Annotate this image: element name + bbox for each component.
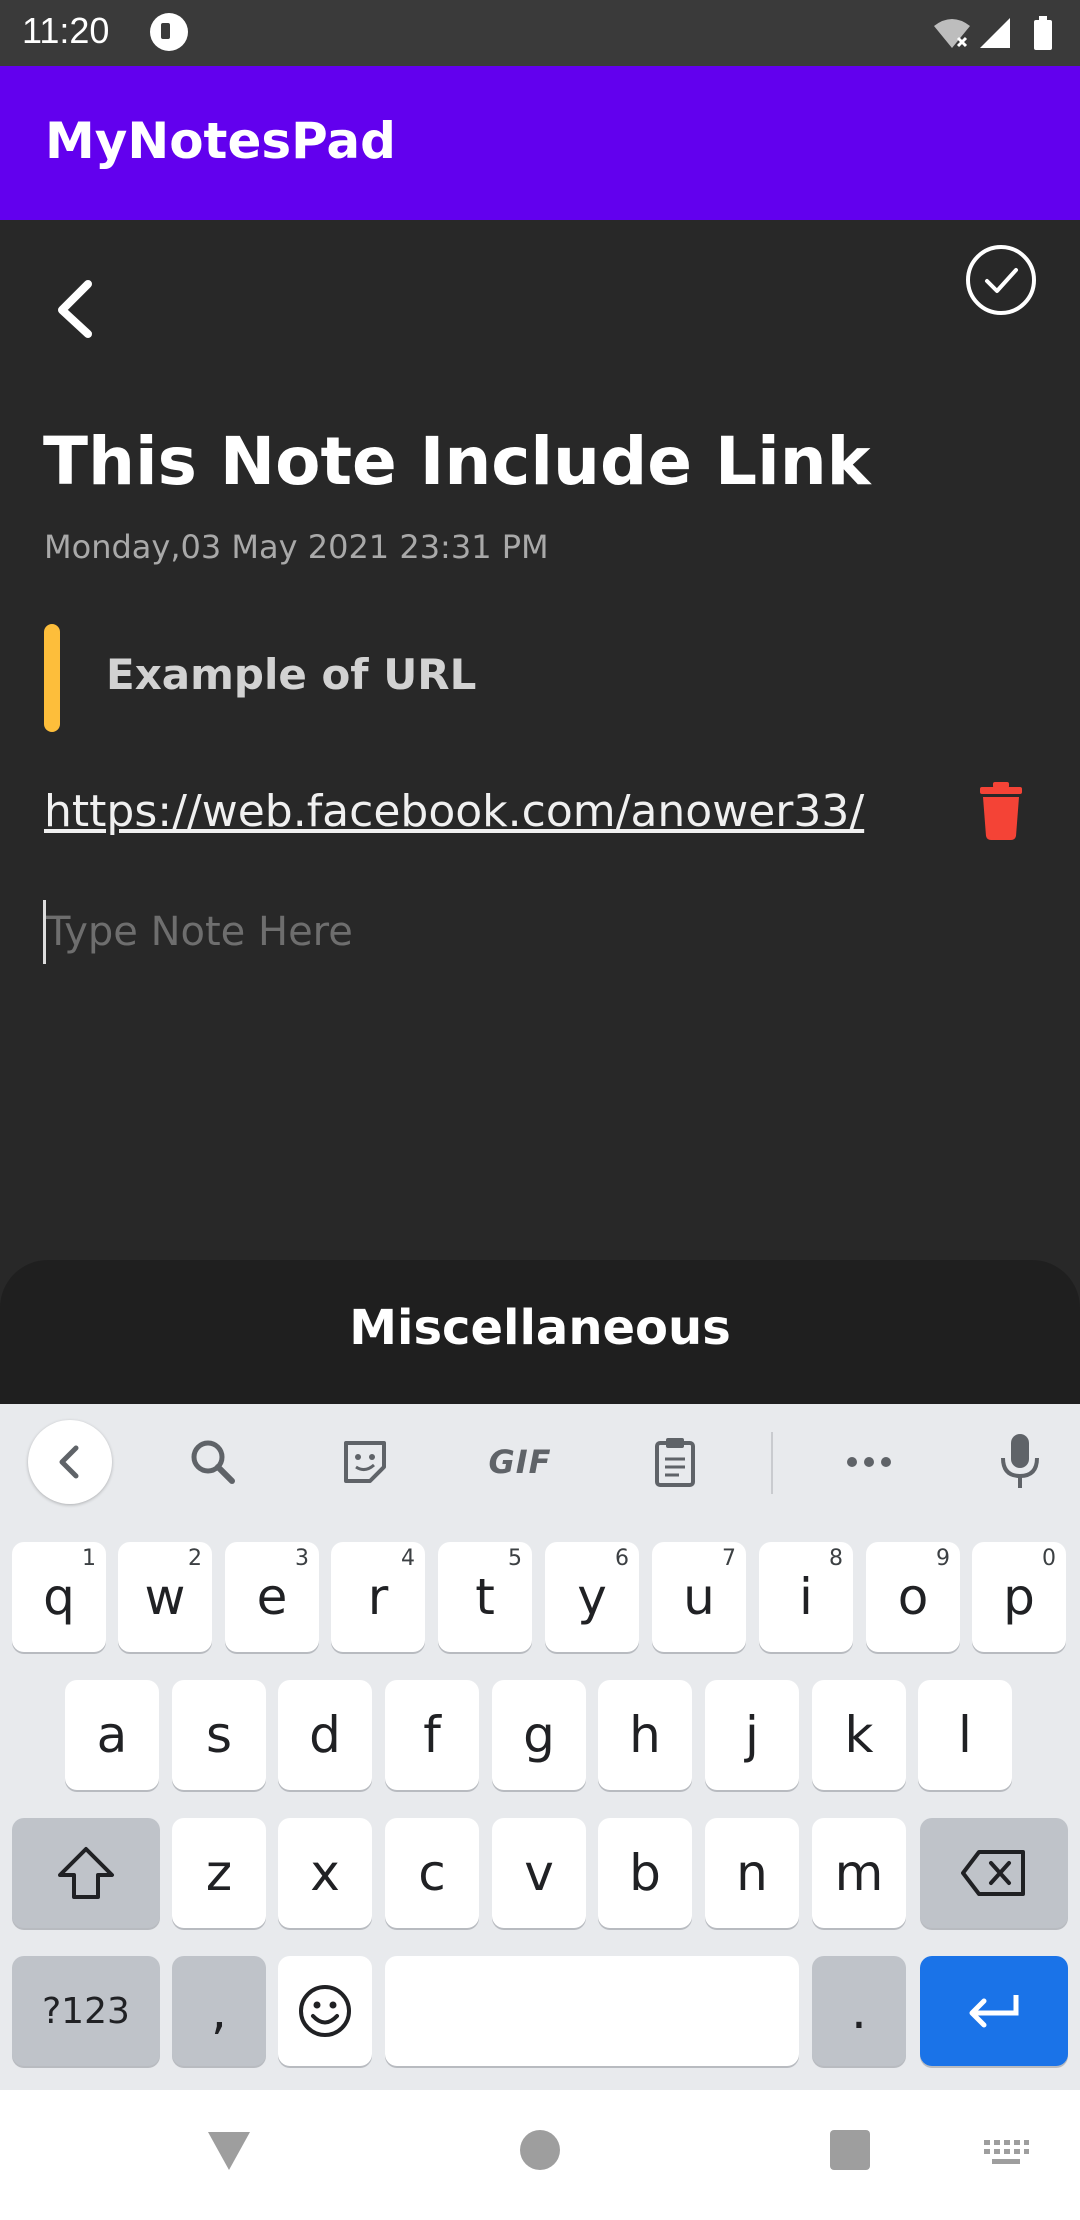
keyboard-search-button[interactable]	[178, 1422, 248, 1502]
sticker-icon	[344, 1441, 386, 1483]
miscellaneous-sheet[interactable]: Miscellaneous	[0, 1260, 1080, 1404]
app-title: MyNotesPad	[45, 112, 396, 170]
key-u[interactable]: u7	[652, 1542, 746, 1652]
key-f[interactable]: f	[385, 1680, 479, 1790]
backspace-icon	[961, 1850, 1025, 1896]
mic-icon	[1001, 1434, 1039, 1488]
app-bar: MyNotesPad	[0, 66, 1080, 220]
home-circle-icon[interactable]	[520, 2130, 560, 2170]
save-note-button[interactable]	[963, 242, 1039, 318]
key-g[interactable]: g	[492, 1680, 586, 1790]
note-editor: This Note Include Link Monday,03 May 202…	[0, 220, 1080, 1260]
key-s[interactable]: s	[172, 1680, 266, 1790]
app-notification-icon	[150, 13, 188, 51]
key-l[interactable]: l	[918, 1680, 1012, 1790]
note-subtitle[interactable]: Example of URL	[106, 650, 476, 699]
back-triangle-icon	[208, 2132, 250, 2170]
key-j[interactable]: j	[705, 1680, 799, 1790]
space-key[interactable]	[385, 1956, 799, 2066]
gif-label: GIF	[488, 1443, 552, 1481]
miscellaneous-title[interactable]: Miscellaneous	[0, 1300, 1080, 1356]
key-b[interactable]: b	[598, 1818, 692, 1928]
status-icons	[930, 14, 1060, 54]
keyboard-mic-button[interactable]	[990, 1422, 1050, 1502]
key-z[interactable]: z	[172, 1818, 266, 1928]
back-button[interactable]	[46, 268, 106, 348]
clipboard-icon	[655, 1438, 695, 1487]
note-datetime: Monday,03 May 2021 23:31 PM	[44, 528, 549, 566]
key-a[interactable]: a	[65, 1680, 159, 1790]
enter-key[interactable]	[920, 1956, 1068, 2066]
key-h[interactable]: h	[598, 1680, 692, 1790]
key-y[interactable]: y6	[545, 1542, 639, 1652]
toolbar-divider	[771, 1432, 773, 1494]
key-w[interactable]: w2	[118, 1542, 212, 1652]
note-text-input[interactable]	[43, 900, 1033, 964]
recents-square-icon[interactable]	[830, 2130, 870, 2170]
keyboard-switch-button[interactable]	[982, 2138, 1030, 2168]
wifi-icon	[934, 19, 970, 48]
key-k[interactable]: k	[812, 1680, 906, 1790]
symbols-key[interactable]: ?123	[12, 1956, 160, 2066]
key-v[interactable]: v	[492, 1818, 586, 1928]
keyboard-gif-button[interactable]: GIF	[478, 1422, 562, 1502]
enter-icon	[969, 1995, 1019, 2028]
backspace-key[interactable]	[920, 1818, 1068, 1928]
shift-icon	[58, 1847, 114, 1899]
chevron-left-icon	[59, 1445, 79, 1479]
key-x[interactable]: x	[278, 1818, 372, 1928]
keyboard-clipboard-button[interactable]	[640, 1422, 710, 1502]
chevron-left-icon	[58, 280, 92, 338]
period-key[interactable]: .	[812, 1956, 906, 2066]
note-url-link[interactable]: https://web.facebook.com/anower33/	[44, 786, 864, 837]
more-icon	[847, 1457, 891, 1467]
key-m[interactable]: m	[812, 1818, 906, 1928]
system-navigation-bar	[0, 2090, 1080, 2220]
key-t[interactable]: t5	[438, 1542, 532, 1652]
subtitle-indicator	[44, 624, 60, 732]
note-title[interactable]: This Note Include Link	[43, 423, 871, 500]
signal-icon	[980, 18, 1010, 48]
emoji-key[interactable]	[278, 1956, 372, 2066]
key-e[interactable]: e3	[225, 1542, 319, 1652]
key-q[interactable]: q1	[12, 1542, 106, 1652]
key-d[interactable]: d	[278, 1680, 372, 1790]
keyboard-switch-icon	[984, 2140, 1029, 2164]
status-bar: 11:20	[0, 0, 1080, 66]
shift-key[interactable]	[12, 1818, 160, 1928]
check-circle-icon	[966, 245, 1036, 315]
trash-icon	[980, 782, 1022, 840]
battery-icon	[1034, 16, 1052, 50]
key-i[interactable]: i8	[759, 1542, 853, 1652]
search-icon	[191, 1440, 235, 1484]
comma-key[interactable]: ,	[172, 1956, 266, 2066]
keyboard-collapse-button[interactable]	[28, 1420, 112, 1504]
soft-keyboard: GIF q1 w2 e3 r4 t5 y6 u7 i8 o9 p0 a s d …	[0, 1404, 1080, 2090]
keyboard-more-button[interactable]	[834, 1422, 904, 1502]
key-n[interactable]: n	[705, 1818, 799, 1928]
key-c[interactable]: c	[385, 1818, 479, 1928]
keyboard-sticker-button[interactable]	[330, 1422, 400, 1502]
delete-url-button[interactable]	[980, 782, 1022, 840]
status-time: 11:20	[22, 10, 110, 51]
key-r[interactable]: r4	[331, 1542, 425, 1652]
nav-back-button[interactable]	[206, 2128, 252, 2174]
key-p[interactable]: p0	[972, 1542, 1066, 1652]
emoji-icon	[299, 1985, 351, 2037]
key-o[interactable]: o9	[866, 1542, 960, 1652]
